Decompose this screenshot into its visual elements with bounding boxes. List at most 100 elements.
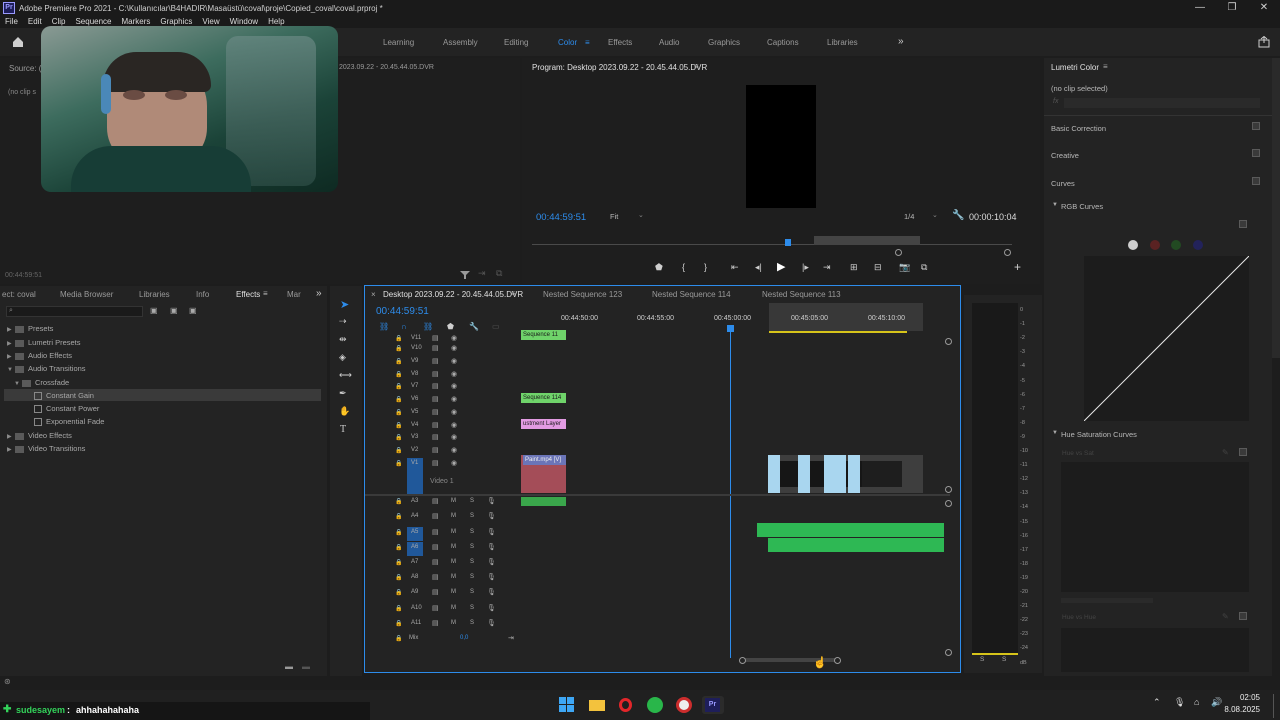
workspace-color[interactable]: Color (558, 38, 577, 47)
microphone-icon[interactable]: 🎙 (487, 588, 496, 596)
tree-item-lumetri-presets[interactable]: ▶ Lumetri Presets (7, 338, 81, 347)
eye-icon[interactable]: ◉ (451, 382, 457, 390)
windows-start-icon[interactable] (556, 696, 578, 714)
lock-icon[interactable]: 🔒 (395, 422, 402, 429)
workspace-captions[interactable]: Captions (767, 38, 799, 47)
program-timecode[interactable]: 00:44:59:51 (536, 212, 586, 223)
rgb-curves-checkbox[interactable] (1239, 220, 1247, 228)
audio-track-header[interactable]: 🔒 A3 ▤ M S 🎙 (395, 496, 520, 508)
hue-vs-sat-graph[interactable] (1061, 462, 1249, 592)
sync-lock-icon[interactable]: ▤ (432, 543, 439, 551)
effects-menu-icon[interactable]: ≡ (263, 289, 268, 298)
lock-icon[interactable]: 🔒 (395, 574, 402, 581)
solo-button[interactable]: S (470, 589, 474, 595)
basic-correction-checkbox[interactable] (1252, 122, 1260, 130)
lock-icon[interactable]: 🔒 (395, 409, 402, 416)
export-frame-icon[interactable]: 📷 (899, 262, 910, 273)
lock-icon[interactable]: 🔒 (395, 460, 402, 467)
lumetri-menu-icon[interactable]: ≡ (1103, 62, 1108, 71)
file-explorer-icon[interactable] (586, 696, 608, 714)
red-channel-button[interactable] (1150, 240, 1160, 250)
workspace-assembly[interactable]: Assembly (443, 38, 478, 47)
eye-icon[interactable]: ◉ (451, 395, 457, 403)
mute-button[interactable]: M (451, 498, 456, 504)
scroll-handle-right[interactable] (834, 657, 841, 664)
lock-icon[interactable]: 🔒 (395, 529, 402, 536)
filter-icon[interactable] (460, 270, 470, 280)
mute-button[interactable]: M (451, 605, 456, 611)
yuv-effects-icon[interactable]: ▣ (189, 306, 197, 315)
audio-track-header[interactable]: 🔒 A5 ▤ M S 🎙 (395, 527, 520, 541)
tray-overflow-icon[interactable]: ⌃ (1153, 697, 1161, 708)
play-icon[interactable]: ▶ (777, 260, 785, 273)
opera-icon[interactable] (615, 696, 637, 714)
microphone-icon[interactable]: 🎙 (487, 604, 496, 612)
hand-tool-icon[interactable]: ✋ (339, 406, 350, 417)
tab-info[interactable]: Info (196, 290, 209, 299)
program-title[interactable]: Program: Desktop 2023.09.22 - 20.45.44.0… (532, 63, 707, 72)
audio-track-header[interactable]: 🔒 A10 ▤ M S 🎙 (395, 603, 520, 615)
eye-icon[interactable]: ◉ (451, 408, 457, 416)
timeline-timecode[interactable]: 00:44:59:51 (376, 306, 429, 317)
microphone-icon[interactable]: 🎙 (487, 497, 496, 505)
video-track-header[interactable]: 🔒 V9 ▤ ◉ (395, 356, 520, 368)
clip-audio-a6[interactable] (768, 538, 944, 552)
lock-icon[interactable]: 🔒 (395, 498, 402, 505)
video-track-header[interactable]: 🔒 V4 ▤ ◉ (395, 420, 520, 432)
network-icon[interactable]: ⌂ (1194, 697, 1199, 707)
sync-lock-icon[interactable]: ▤ (432, 446, 439, 454)
sync-lock-icon[interactable]: ▤ (432, 408, 439, 416)
whatsapp-icon[interactable] (644, 696, 666, 714)
lock-icon[interactable]: 🔒 (395, 345, 402, 352)
clip-sequence-114[interactable]: Sequence 114 (521, 393, 566, 403)
microphone-icon[interactable]: 🎙 (487, 558, 496, 566)
eye-icon[interactable]: ◉ (451, 446, 457, 454)
audio-track-header[interactable]: 🔒 A7 ▤ M S 🎙 (395, 557, 520, 569)
luma-channel-button[interactable] (1128, 240, 1138, 250)
tab-libraries[interactable]: Libraries (139, 290, 170, 299)
tree-item-video-transitions[interactable]: ▶ Video Transitions (7, 444, 85, 453)
video-track-header[interactable]: 🔒 V8 ▤ ◉ (395, 369, 520, 381)
solo-button[interactable]: S (470, 559, 474, 565)
add-button-icon[interactable]: + (1014, 260, 1021, 274)
timeline-menu-icon[interactable]: ≡ (511, 289, 516, 298)
close-icon[interactable]: ✕ (1248, 0, 1280, 16)
audio-track-header[interactable]: 🔒 A6 ▤ M S 🎙 (395, 542, 520, 556)
a-scroll-bottom[interactable] (945, 649, 952, 656)
lock-icon[interactable]: 🔒 (395, 605, 402, 612)
quality-dropdown[interactable]: 1/4 (904, 212, 914, 221)
lock-icon[interactable]: 🔒 (395, 447, 402, 454)
sync-lock-icon[interactable]: ▤ (432, 370, 439, 378)
clock-time[interactable]: 02:05 (1220, 693, 1260, 702)
go-to-in-icon[interactable]: ⇤ (731, 262, 739, 273)
linked-selection-icon[interactable]: ⛓ (423, 322, 433, 331)
hue-sat-curves-label[interactable]: Hue Saturation Curves (1061, 430, 1137, 439)
lock-icon[interactable]: 🔒 (395, 635, 402, 642)
sync-lock-icon[interactable]: ▤ (432, 604, 439, 612)
lock-icon[interactable]: 🔒 (395, 544, 402, 551)
eye-icon[interactable]: ◉ (451, 459, 457, 467)
menu-file[interactable]: File (0, 16, 23, 28)
program-menu-icon[interactable]: ≡ (694, 62, 699, 71)
pen-tool-icon[interactable]: ✒ (339, 388, 347, 399)
hue-vs-hue-checkbox[interactable] (1239, 612, 1247, 620)
eyedropper-icon[interactable]: ✎ (1222, 448, 1229, 457)
mark-out-icon[interactable]: } (704, 262, 707, 272)
clip-adjustment-layer[interactable]: ustment Layer (521, 419, 566, 429)
selection-tool-icon[interactable]: ➤ (340, 298, 349, 311)
mix-value[interactable]: 0,0 (460, 635, 468, 641)
snap-icon[interactable]: ∩ (401, 322, 407, 331)
menu-edit[interactable]: Edit (23, 16, 47, 28)
sync-lock-icon[interactable]: ▤ (432, 573, 439, 581)
tree-item-constant-power[interactable]: Constant Power (34, 404, 99, 414)
eye-icon[interactable]: ◉ (451, 433, 457, 441)
go-to-end-icon[interactable]: ⇥ (508, 634, 514, 642)
new-bin-icon[interactable]: ▬ (285, 662, 293, 671)
blue-channel-button[interactable] (1193, 240, 1203, 250)
microphone-icon[interactable]: 🎙 (487, 573, 496, 581)
clip-sequence-11[interactable]: Sequence 11 (521, 330, 566, 340)
add-marker-icon[interactable]: ⬟ (655, 262, 663, 273)
tab-effects[interactable]: Effects (236, 290, 260, 299)
eye-icon[interactable]: ◉ (451, 357, 457, 365)
sync-lock-icon[interactable]: ▤ (432, 497, 439, 505)
